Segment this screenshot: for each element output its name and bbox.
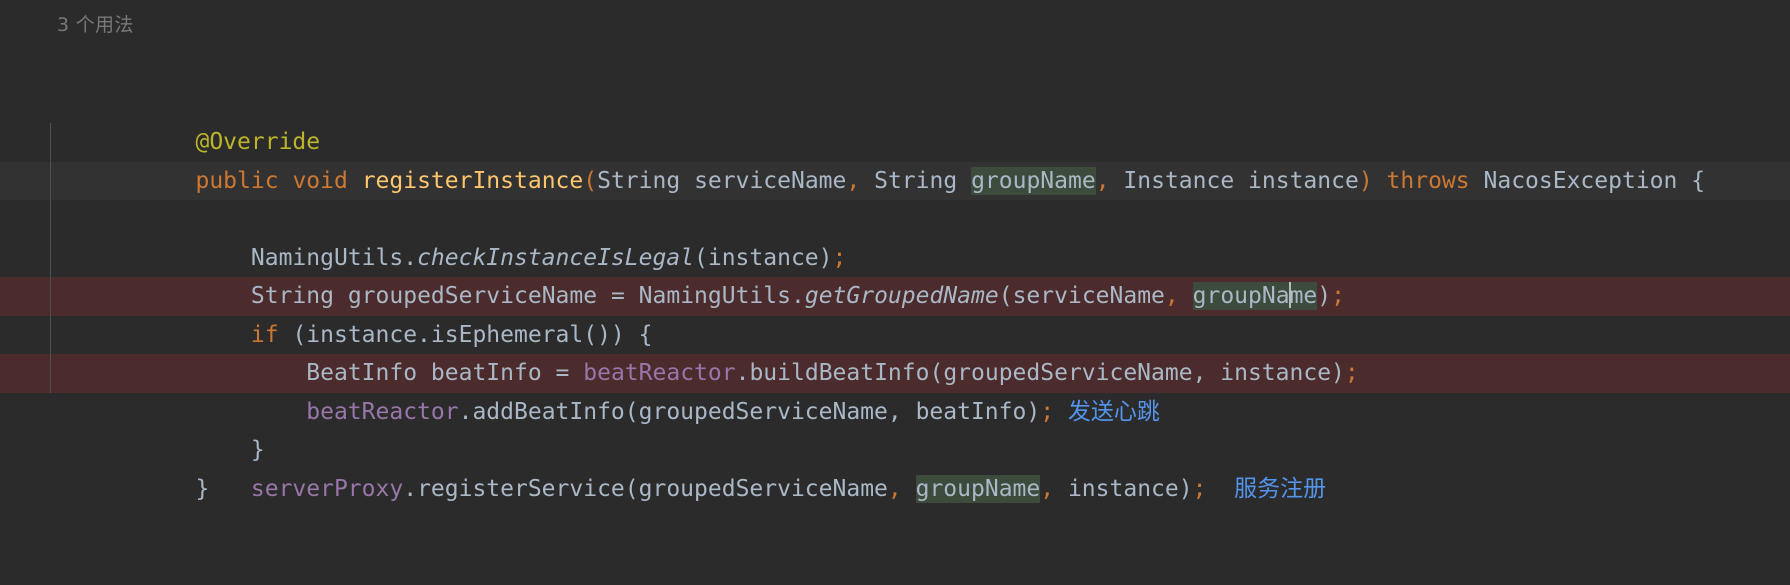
param1-name: serviceName (694, 167, 847, 194)
param3-name: instance (1248, 167, 1359, 194)
arg-servicename: serviceName (1012, 283, 1165, 309)
exception-type: NacosException (1483, 167, 1678, 194)
code-editor[interactable]: 3 个用法 @Override public void registerInst… (0, 0, 1790, 522)
arg-groupname-highlight[interactable]: groupName (1192, 282, 1318, 310)
annotation-comment-service-register: 服务注册 (1234, 475, 1327, 502)
param2-name-groupname-highlight[interactable]: groupName (971, 166, 1096, 195)
semicolon: ; (1192, 475, 1207, 502)
indent-guide (50, 200, 51, 239)
method-getgroupedname[interactable]: getGroupedName (805, 283, 999, 309)
paren-open: ( (583, 167, 598, 194)
brace-close: } (195, 475, 210, 502)
comma1: , (846, 167, 861, 194)
method-name-registerinstance[interactable]: registerInstance (362, 168, 584, 194)
class-namingutils: NamingUtils (638, 283, 791, 309)
param1-type: String (597, 167, 681, 194)
indent-guide (50, 238, 51, 277)
throws-keyword: throws (1386, 167, 1470, 194)
groupname-part-b: me (1289, 283, 1318, 309)
semicolon: ; (1040, 398, 1055, 425)
indent-guide (50, 354, 51, 393)
dot: . (403, 475, 418, 502)
code-vision-row: 3 个用法 (0, 0, 1790, 46)
param2-type: String (874, 167, 958, 194)
comma2: , (1095, 167, 1110, 194)
groupname-part-a: groupNa (1192, 283, 1290, 309)
code-line-annotation[interactable]: @Override (0, 46, 1790, 155)
indent-guide (50, 161, 51, 200)
comma: , (1164, 283, 1179, 309)
field-serverproxy[interactable]: serverProxy (251, 476, 403, 502)
indent-guide (50, 277, 51, 316)
modifier-public: public (195, 167, 279, 194)
semicolon: ; (1344, 360, 1359, 386)
arg-groupedservicename: groupedServiceName (638, 475, 888, 502)
paren-open: ( (998, 283, 1013, 309)
arg-groupname-highlight[interactable]: groupName (915, 474, 1041, 503)
return-type-void: void (292, 167, 348, 194)
method-registerservice[interactable]: registerService (417, 476, 625, 502)
args: (groupedServiceName, beatInfo) (624, 398, 1041, 425)
semicolon: ; (1331, 283, 1345, 309)
paren-close: ) (1358, 167, 1373, 194)
dot: . (458, 398, 473, 425)
indent-guide (50, 123, 51, 162)
field-beatreactor[interactable]: beatReactor (306, 399, 458, 425)
usages-hint[interactable]: 3 个用法 (57, 10, 134, 37)
brace-open: { (1691, 167, 1706, 194)
arg-instance: instance (1067, 475, 1179, 502)
comma2: , (1040, 475, 1055, 502)
dot: . (790, 283, 805, 309)
paren-close: ) (1178, 475, 1193, 502)
comma1: , (887, 475, 902, 502)
paren-open: ( (624, 475, 639, 502)
paren-close: ) (1317, 283, 1332, 309)
indent-guide (50, 315, 51, 354)
method-addbeatinfo[interactable]: addBeatInfo (472, 399, 624, 425)
param3-type: Instance (1123, 167, 1235, 194)
annotation-comment-heartbeat: 发送心跳 (1067, 398, 1160, 425)
